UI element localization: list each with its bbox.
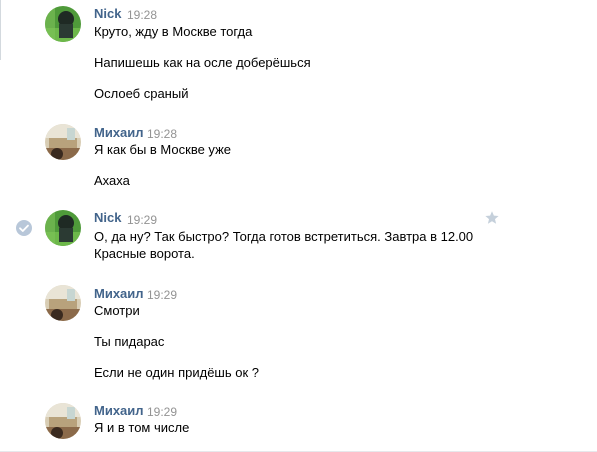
mikhail-avatar-image bbox=[45, 285, 81, 321]
message-group[interactable]: Михаил 19:29 Я и в том числе bbox=[0, 397, 597, 451]
mikhail-avatar-image bbox=[45, 403, 81, 439]
check-circle-icon[interactable] bbox=[15, 219, 33, 237]
avatar[interactable] bbox=[45, 6, 81, 42]
message-text: Я и в том числе bbox=[94, 420, 190, 435]
message-author[interactable]: Михаил bbox=[94, 403, 144, 419]
message-author[interactable]: Nick bbox=[94, 6, 121, 22]
chat-history: Nick 19:28 Круто, жду в Москве тогда Нап… bbox=[0, 0, 597, 452]
avatar[interactable] bbox=[45, 285, 81, 321]
nick-avatar-image bbox=[45, 6, 81, 42]
message-time[interactable]: 19:29 bbox=[147, 287, 177, 303]
avatar[interactable] bbox=[45, 210, 81, 246]
avatar[interactable] bbox=[45, 124, 81, 160]
message-group[interactable]: Nick 19:28 Круто, жду в Москве тогда Нап… bbox=[0, 0, 597, 115]
message-time[interactable]: 19:29 bbox=[147, 404, 177, 420]
message-group-selected[interactable]: Nick 19:29 О, да ну? Так быстро? Тогда г… bbox=[0, 203, 597, 269]
message-text: Я как бы в Москве уже bbox=[94, 142, 231, 157]
star-icon[interactable] bbox=[484, 210, 500, 226]
message-text: Ахаха bbox=[94, 173, 130, 188]
message-time[interactable]: 19:29 bbox=[127, 212, 157, 228]
message-time[interactable]: 19:28 bbox=[147, 126, 177, 142]
message-author[interactable]: Михаил bbox=[94, 125, 144, 141]
message-text: О, да ну? Так быстро? Тогда готов встрет… bbox=[94, 229, 474, 244]
message-group[interactable]: Михаил 19:28 Я как бы в Москве уже Ахаха bbox=[0, 118, 597, 198]
message-text: Если не один придёшь ок ? bbox=[94, 365, 260, 380]
nick-avatar-image bbox=[45, 210, 81, 246]
message-text: Красные ворота. bbox=[94, 246, 195, 261]
message-text: Смотри bbox=[94, 303, 140, 318]
message-text: Ты пидарас bbox=[94, 334, 165, 349]
message-author[interactable]: Михаил bbox=[94, 286, 144, 302]
message-text: Напишешь как на осле доберёшься bbox=[94, 55, 311, 70]
avatar[interactable] bbox=[45, 403, 81, 439]
message-time[interactable]: 19:28 bbox=[127, 7, 157, 23]
message-text: Ослоеб сраный bbox=[94, 86, 189, 101]
mikhail-avatar-image bbox=[45, 124, 81, 160]
message-text: Круто, жду в Москве тогда bbox=[94, 24, 253, 39]
message-author[interactable]: Nick bbox=[94, 210, 121, 226]
message-group[interactable]: Михаил 19:29 Смотри Ты пидарас Если не о… bbox=[0, 280, 597, 388]
